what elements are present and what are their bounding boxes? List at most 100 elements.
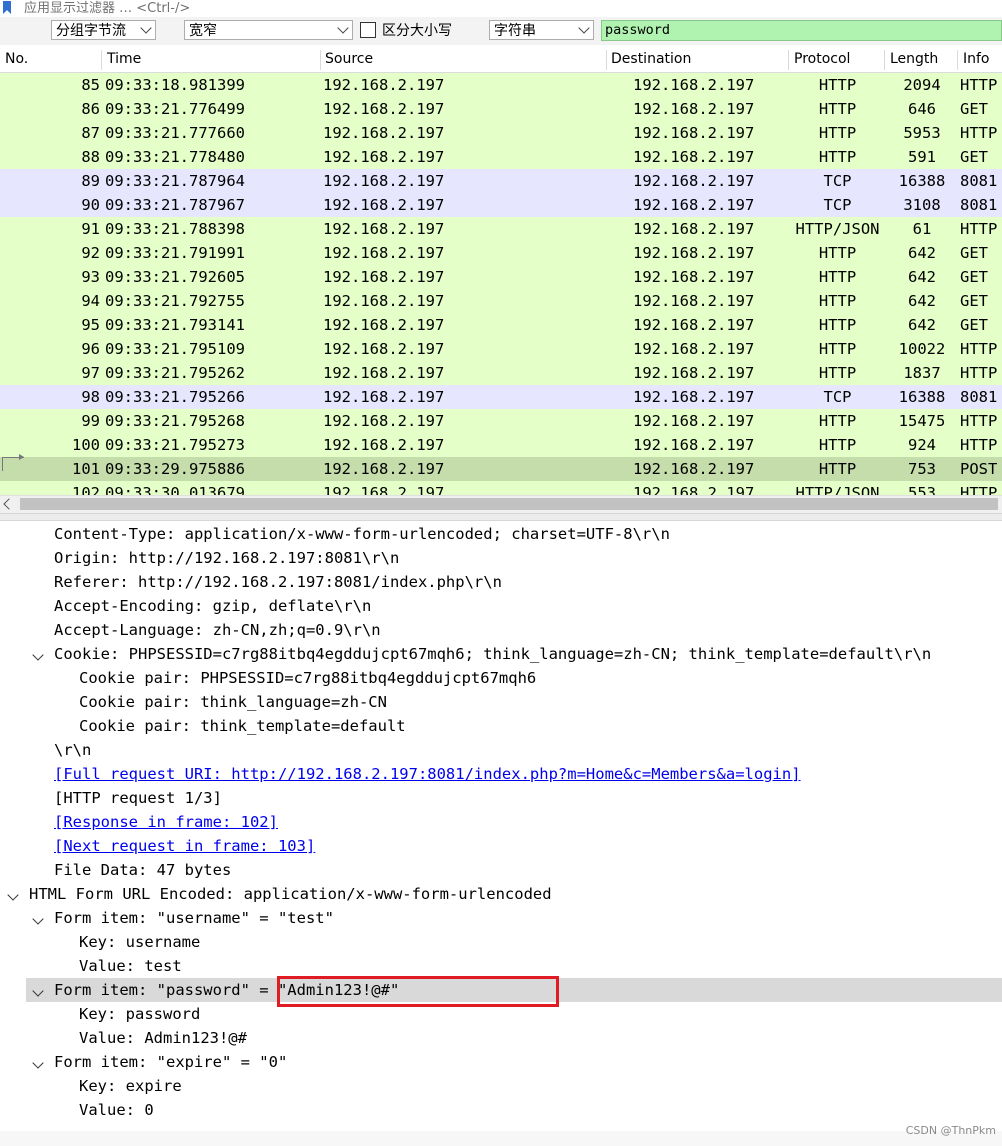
scrollbar-thumb[interactable]	[20, 498, 998, 510]
column-header-length[interactable]: Length	[890, 51, 938, 67]
packet-row[interactable]: 88 09:33:21.778480 192.168.2.197 192.168.2.…	[0, 145, 1002, 169]
packet-row[interactable]: 89 09:33:21.787964 192.168.2.197 192.168.2.…	[0, 169, 1002, 193]
tree-node-expanded[interactable]: HTML Form URL Encoded: application/x-www…	[0, 882, 1002, 906]
packet-time: 09:33:21.795109	[105, 340, 245, 358]
tree-item[interactable]: Value: 0	[0, 1098, 1002, 1122]
tree-item[interactable]: Value: test	[0, 954, 1002, 978]
packet-info: HTTP	[960, 220, 998, 238]
column-header-destination[interactable]: Destination	[611, 51, 691, 67]
column-header-no[interactable]: No.	[5, 51, 28, 67]
packet-row-selected[interactable]: 101 09:33:29.975886 192.168.2.197 192.168.2…	[0, 454, 1002, 481]
packet-time: 09:33:30.013679	[105, 484, 245, 495]
packet-length: 553	[908, 484, 936, 495]
packet-row[interactable]: 86 09:33:21.776499 192.168.2.197 192.168.2.…	[0, 97, 1002, 121]
packet-source: 192.168.2.197	[323, 244, 445, 262]
packet-source: 192.168.2.197	[323, 196, 445, 214]
packet-time: 09:33:21.795266	[105, 388, 245, 406]
packet-length: 15475	[898, 412, 946, 430]
tree-item[interactable]: Accept-Encoding: gzip, deflate\r\n	[0, 594, 1002, 618]
packet-row[interactable]: 98 09:33:21.795266 192.168.2.197 192.168.2.…	[0, 385, 1002, 409]
packet-info: GET	[960, 316, 988, 334]
tree-item[interactable]: \r\n	[0, 738, 1002, 762]
tree-item-text: [HTTP request 1/3]	[54, 789, 222, 807]
tree-link-item[interactable]: [Response in frame: 102]	[0, 810, 1002, 834]
bookmark-icon[interactable]	[3, 1, 11, 14]
case-sensitive-checkbox[interactable]	[360, 22, 376, 38]
packet-row[interactable]: 94 09:33:21.792755 192.168.2.197 192.168.2.…	[0, 289, 1002, 313]
packet-time: 09:33:18.981399	[105, 76, 245, 94]
packet-protocol: TCP	[823, 172, 852, 190]
tree-item[interactable]: Key: expire	[0, 1074, 1002, 1098]
search-input[interactable]: password	[601, 20, 1002, 41]
packet-no: 87	[81, 124, 100, 142]
tree-item-text: Cookie pair: PHPSESSID=c7rg88itbq4egdduj…	[79, 669, 537, 687]
search-in-select[interactable]: 分组字节流	[51, 20, 156, 40]
expand-chevron-icon[interactable]	[32, 985, 44, 997]
expand-chevron-icon[interactable]	[32, 1057, 44, 1069]
tree-item-text: Origin: http://192.168.2.197:8081\r\n	[54, 549, 400, 567]
packet-row[interactable]: 91 09:33:21.788398 192.168.2.197 192.168.2.…	[0, 217, 1002, 241]
packet-list[interactable]: No. Time Source Destination Protocol Len…	[0, 45, 1002, 495]
tree-item[interactable]: Key: username	[0, 930, 1002, 954]
tree-item[interactable]: Cookie pair: think_language=zh-CN	[0, 690, 1002, 714]
packet-source: 192.168.2.197	[323, 292, 445, 310]
expand-chevron-icon[interactable]	[7, 889, 19, 901]
packet-source: 192.168.2.197	[323, 412, 445, 430]
frame-link[interactable]: [Next request in frame: 103]	[54, 834, 315, 858]
display-filter-bar[interactable]: 应用显示过滤器 … <Ctrl-/>	[0, 0, 1002, 18]
expand-chevron-icon[interactable]	[32, 913, 44, 925]
tree-item[interactable]: Referer: http://192.168.2.197:8081/index…	[0, 570, 1002, 594]
packet-row[interactable]: 97 09:33:21.795262 192.168.2.197 192.168.2.…	[0, 361, 1002, 385]
frame-link[interactable]: [Full request URI: http://192.168.2.197:…	[54, 762, 801, 786]
packet-row[interactable]: 90 09:33:21.787967 192.168.2.197 192.168.2.…	[0, 193, 1002, 217]
char-width-select[interactable]: 宽窄	[184, 20, 353, 40]
tree-node-expanded[interactable]: Cookie: PHPSESSID=c7rg88itbq4egddujcpt67…	[0, 642, 1002, 666]
pane-splitter[interactable]	[0, 513, 1002, 521]
tree-item-text: Key: password	[79, 1005, 201, 1023]
scroll-left-icon[interactable]	[3, 498, 15, 510]
packet-info: HTTP	[960, 76, 998, 94]
tree-item[interactable]: Cookie pair: PHPSESSID=c7rg88itbq4egdduj…	[0, 666, 1002, 690]
tree-item[interactable]: Content-Type: application/x-www-form-url…	[0, 522, 1002, 546]
tree-node-expanded[interactable]: Form item: "username" = "test"	[0, 906, 1002, 930]
search-type-select[interactable]: 字符串	[489, 20, 594, 40]
tree-item[interactable]: [HTTP request 1/3]	[0, 786, 1002, 810]
packet-length: 646	[908, 100, 936, 118]
tree-item[interactable]: Accept-Language: zh-CN,zh;q=0.9\r\n	[0, 618, 1002, 642]
packet-destination: 192.168.2.197	[633, 268, 755, 286]
column-header-protocol[interactable]: Protocol	[794, 51, 850, 67]
tree-link-item[interactable]: [Next request in frame: 103]	[0, 834, 1002, 858]
packet-no: 90	[81, 196, 100, 214]
frame-link[interactable]: [Response in frame: 102]	[54, 810, 278, 834]
tree-item[interactable]: File Data: 47 bytes	[0, 858, 1002, 882]
tree-item[interactable]: Value: Admin123!@#	[0, 1026, 1002, 1050]
horizontal-scrollbar[interactable]	[0, 495, 1002, 513]
packet-row[interactable]: 93 09:33:21.792605 192.168.2.197 192.168.2.…	[0, 265, 1002, 289]
display-filter-input[interactable]: 应用显示过滤器 … <Ctrl-/>	[24, 0, 190, 16]
packet-row[interactable]: 87 09:33:21.777660 192.168.2.197 192.168.2.…	[0, 121, 1002, 145]
packet-row[interactable]: 102 09:33:30.013679 192.168.2.197 192.168.2…	[0, 481, 1002, 495]
packet-row[interactable]: 92 09:33:21.791991 192.168.2.197 192.168.2.…	[0, 241, 1002, 265]
packet-info: HTTP	[960, 436, 998, 454]
column-header-time[interactable]: Time	[107, 51, 141, 67]
tree-item[interactable]: Origin: http://192.168.2.197:8081\r\n	[0, 546, 1002, 570]
packet-info: HTTP	[960, 412, 998, 430]
packet-row[interactable]: 85 09:33:18.981399 192.168.2.197 192.168.2.…	[0, 73, 1002, 97]
packet-destination: 192.168.2.197	[633, 196, 755, 214]
tree-item-text: HTML Form URL Encoded: application/x-www…	[29, 885, 552, 903]
packet-protocol: HTTP/JSON	[795, 220, 880, 238]
packet-row[interactable]: 95 09:33:21.793141 192.168.2.197 192.168.2.…	[0, 313, 1002, 337]
tree-item[interactable]: Cookie pair: think_template=default	[0, 714, 1002, 738]
packet-row[interactable]: 99 09:33:21.795268 192.168.2.197 192.168.2.…	[0, 409, 1002, 433]
packet-row[interactable]: 96 09:33:21.795109 192.168.2.197 192.168.2.…	[0, 337, 1002, 361]
packet-row[interactable]: 100 09:33:21.795273 192.168.2.197 192.168.2…	[0, 433, 1002, 457]
tree-node-expanded[interactable]: Form item: "expire" = "0"	[0, 1050, 1002, 1074]
packet-destination: 192.168.2.197	[633, 388, 755, 406]
column-header-info[interactable]: Info	[963, 51, 990, 67]
packet-source: 192.168.2.197	[323, 364, 445, 382]
expand-chevron-icon[interactable]	[32, 649, 44, 661]
column-header-source[interactable]: Source	[325, 51, 373, 67]
tree-link-item[interactable]: [Full request URI: http://192.168.2.197:…	[0, 762, 1002, 786]
packet-source: 192.168.2.197	[323, 76, 445, 94]
packet-no: 89	[81, 172, 100, 190]
